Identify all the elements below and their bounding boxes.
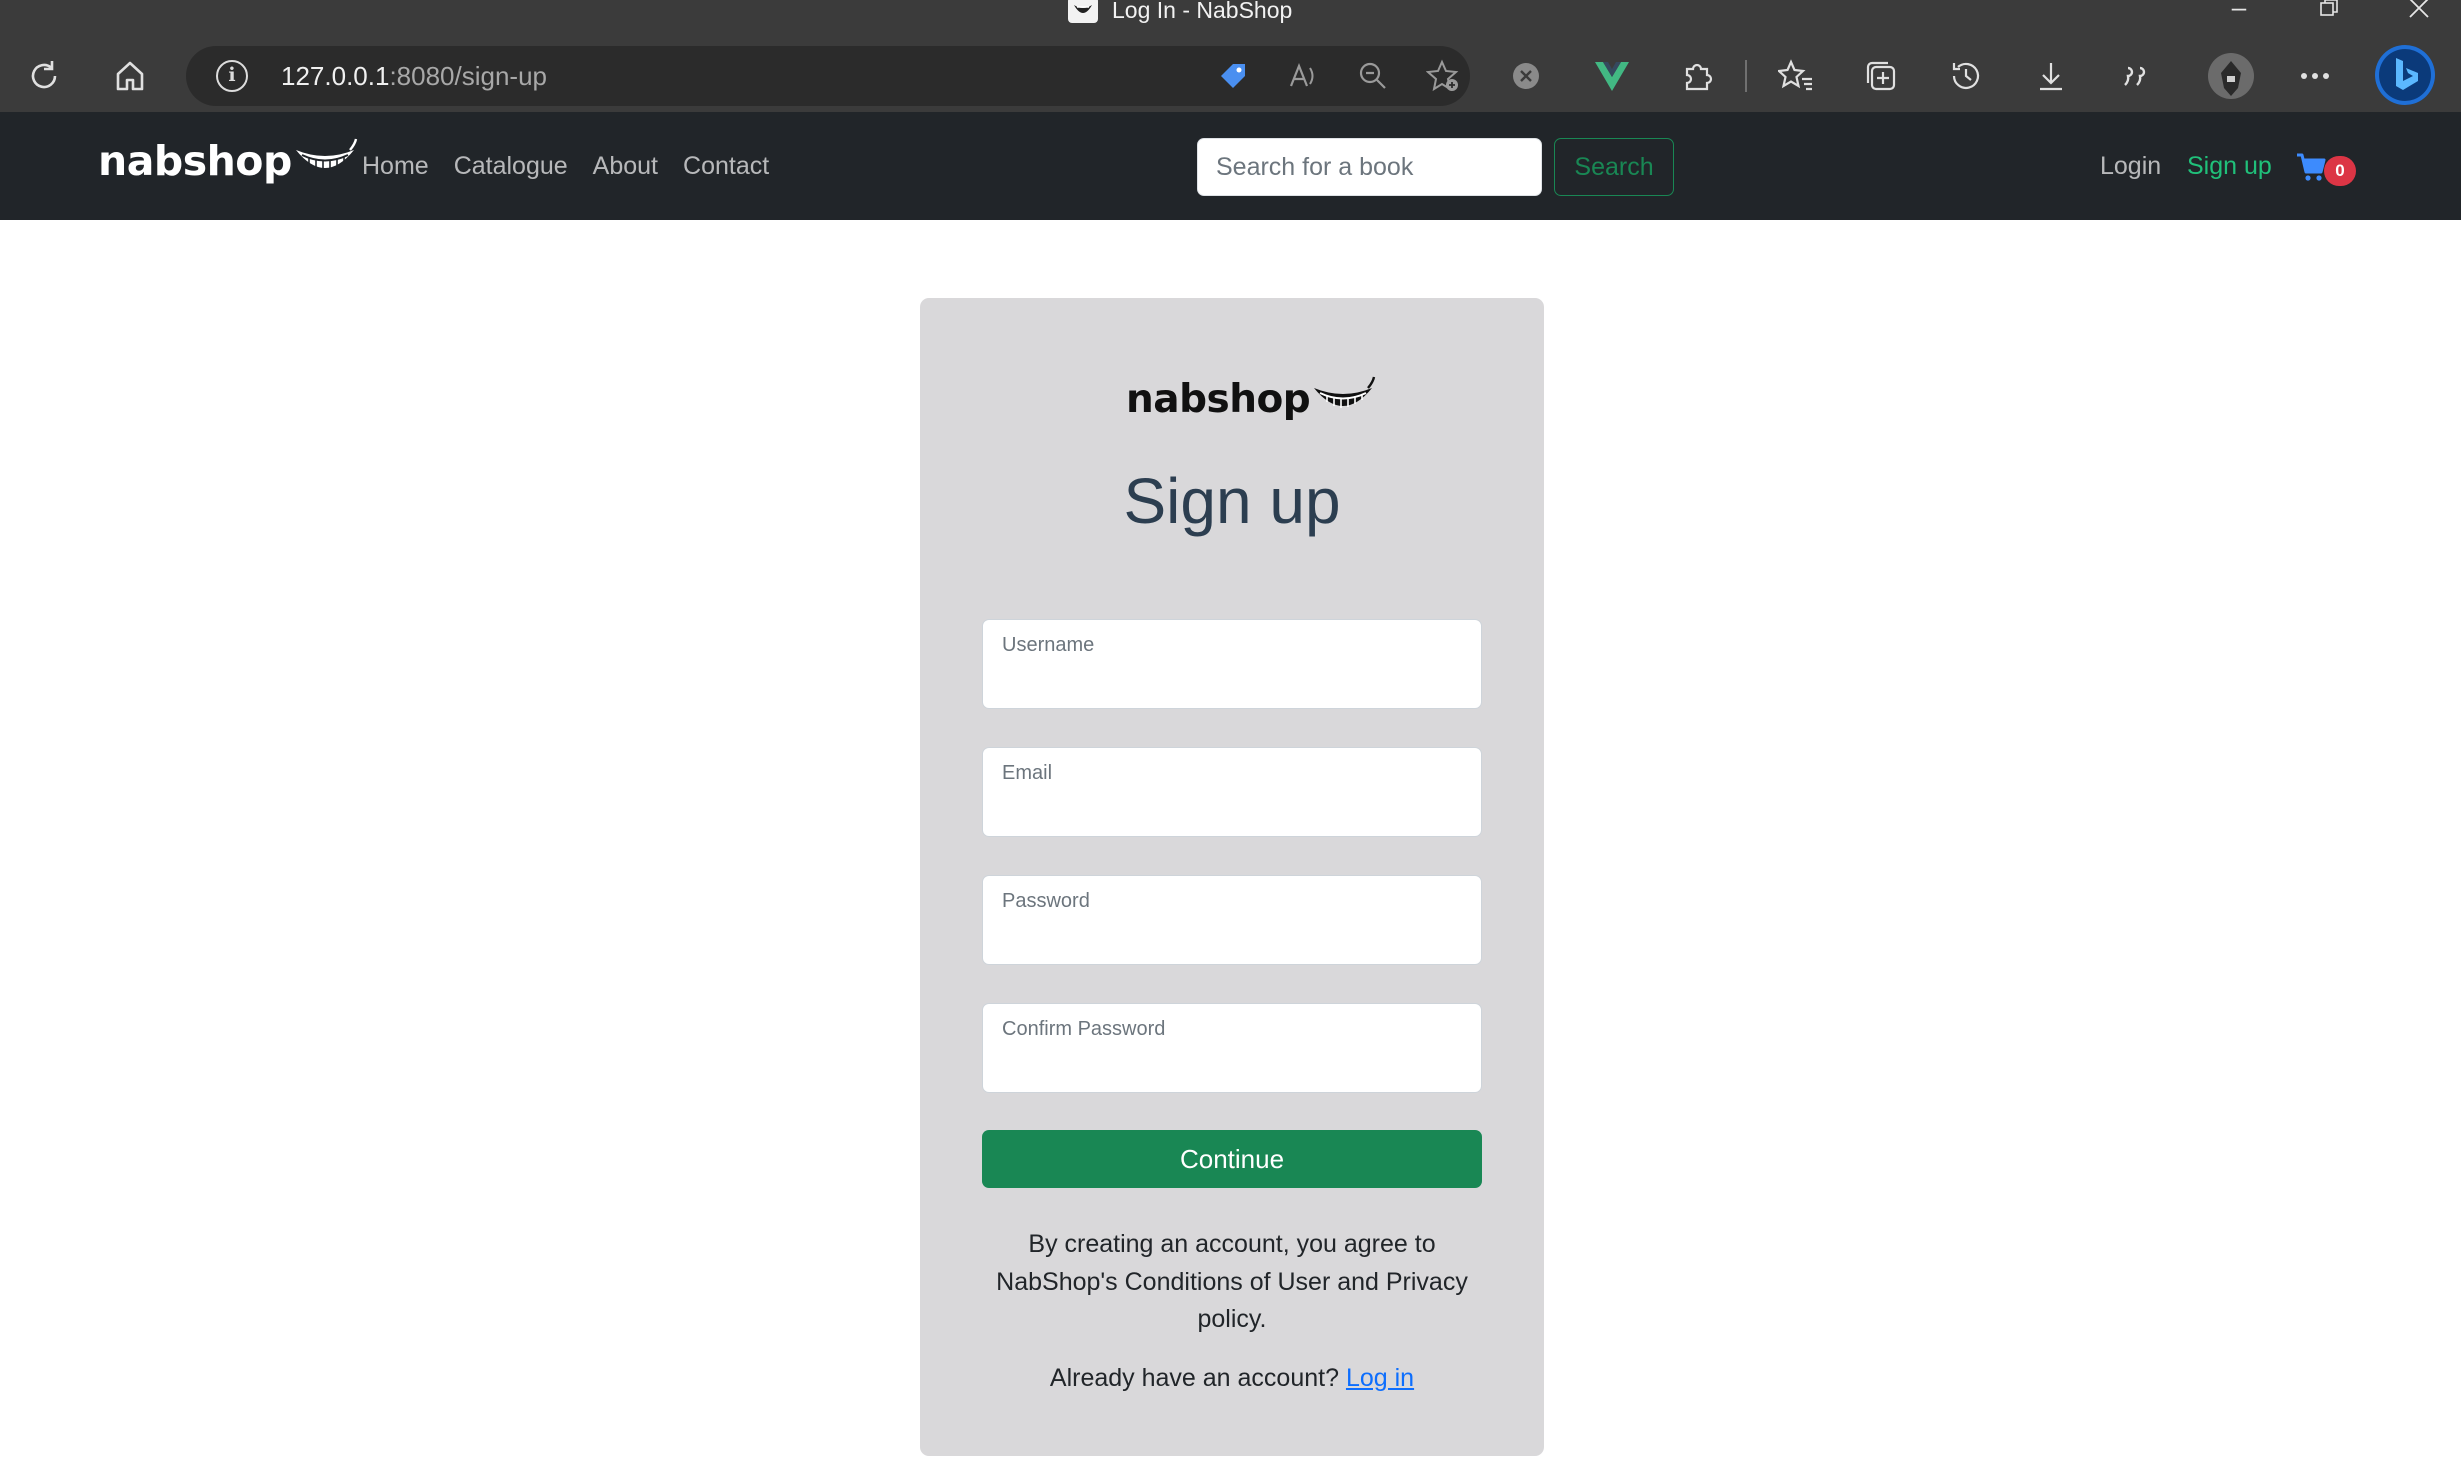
username-label: Username — [1002, 634, 1095, 656]
card-smile-logo-icon — [1314, 376, 1376, 408]
signup-card: nabshop Sign up Username Email Password … — [920, 298, 1544, 1456]
vue-devtools-icon[interactable] — [1592, 56, 1632, 96]
page-title: Sign up — [1123, 465, 1341, 537]
terms-text: By creating an account, you agree to Nab… — [996, 1230, 1468, 1333]
login-prompt-text: Already have an account? — [1049, 1364, 1339, 1392]
username-field[interactable]: Username — [982, 619, 1482, 709]
continue-button[interactable]: Continue — [982, 1130, 1482, 1188]
card-brand-text: nabshop — [1126, 376, 1311, 422]
brand-logo[interactable]: nabshop — [98, 136, 358, 186]
site-navbar: nabshop Home Catalogue About Contact Sea… — [0, 112, 2461, 220]
downloads-icon[interactable] — [2031, 56, 2071, 96]
more-menu-icon[interactable] — [2295, 56, 2335, 96]
signup-link[interactable]: Sign up — [2187, 152, 2272, 181]
password-label: Password — [1002, 890, 1090, 912]
url-text[interactable]: 127.0.0.1:8080/sign-up — [281, 61, 547, 92]
password-input[interactable] — [1001, 922, 1461, 956]
add-favorite-icon[interactable] — [1426, 59, 1460, 93]
username-input[interactable] — [1001, 666, 1461, 700]
site-favicon-icon — [1068, 0, 1098, 23]
quote-extension-icon[interactable] — [2116, 56, 2156, 96]
password-field[interactable]: Password — [982, 875, 1482, 965]
confirm-password-field[interactable]: Confirm Password — [982, 1003, 1482, 1093]
brand-text: nabshop — [98, 137, 292, 185]
confirm-password-input[interactable] — [1001, 1050, 1461, 1084]
login-prompt: Already have an account? Log in — [920, 1364, 1544, 1393]
title-bar: Log In - NabShop – — [0, 0, 2461, 23]
extensions-puzzle-icon[interactable] — [1678, 56, 1718, 96]
extension-keyboard-icon[interactable] — [1506, 56, 1546, 96]
profile-avatar[interactable] — [2207, 52, 2255, 100]
copilot-icon[interactable] — [2374, 44, 2436, 106]
cart-count-badge: 0 — [2324, 156, 2356, 186]
main-nav: Home Catalogue About Contact — [362, 152, 769, 181]
zoom-out-icon[interactable] — [1356, 59, 1390, 93]
email-input[interactable] — [1001, 794, 1461, 828]
cart-button[interactable]: 0 — [2296, 152, 2360, 186]
coupon-tag-icon[interactable] — [1216, 59, 1250, 93]
card-brand-logo: nabshop — [1126, 374, 1376, 424]
close-window-icon[interactable] — [2399, 0, 2439, 20]
read-aloud-icon[interactable] — [1286, 59, 1320, 93]
nav-catalogue[interactable]: Catalogue — [454, 152, 568, 181]
email-label: Email — [1002, 762, 1053, 784]
nav-about[interactable]: About — [593, 152, 658, 181]
favorites-icon[interactable] — [1776, 56, 1816, 96]
restore-icon[interactable] — [2309, 0, 2349, 20]
toolbar-divider — [1745, 60, 1747, 92]
tab-title: Log In - NabShop — [1112, 0, 1293, 23]
history-icon[interactable] — [1946, 56, 1986, 96]
nav-contact[interactable]: Contact — [683, 152, 769, 181]
search-button[interactable]: Search — [1554, 138, 1674, 196]
refresh-icon[interactable] — [20, 52, 68, 100]
address-bar[interactable]: i 127.0.0.1:8080/sign-up — [186, 46, 1470, 106]
book-search-input[interactable] — [1197, 138, 1542, 196]
home-icon[interactable] — [106, 52, 154, 100]
smile-logo-icon — [295, 138, 357, 170]
login-link-card[interactable]: Log in — [1346, 1364, 1414, 1392]
site-info-icon[interactable]: i — [216, 60, 248, 92]
login-link[interactable]: Login — [2100, 152, 2161, 181]
window-title: Log In - NabShop — [1068, 0, 1292, 23]
collections-icon[interactable] — [1861, 56, 1901, 96]
email-field[interactable]: Email — [982, 747, 1482, 837]
minimize-icon[interactable]: – — [2219, 0, 2259, 20]
browser-chrome: Log In - NabShop – i 127.0.0.1:8080/sign… — [0, 0, 2461, 112]
nav-home[interactable]: Home — [362, 152, 429, 181]
confirm-password-label: Confirm Password — [1002, 1018, 1166, 1040]
cart-icon — [2297, 153, 2326, 181]
